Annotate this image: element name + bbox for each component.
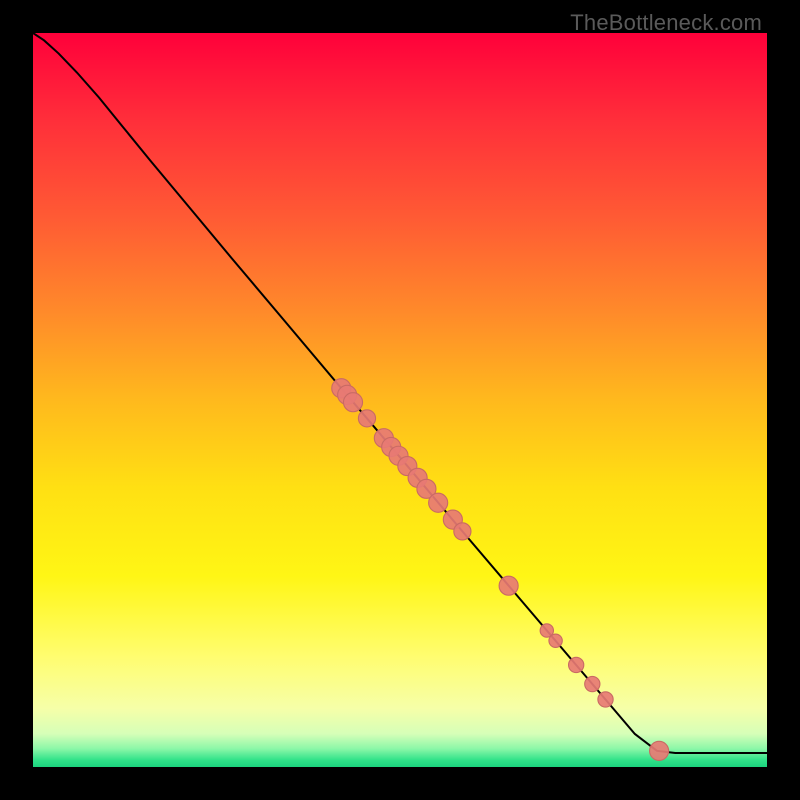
data-point bbox=[549, 634, 562, 647]
data-point bbox=[343, 393, 362, 412]
data-points bbox=[332, 379, 669, 761]
watermark-label: TheBottleneck.com bbox=[570, 10, 762, 36]
data-point bbox=[585, 676, 600, 691]
data-point bbox=[499, 576, 518, 595]
curve-line bbox=[33, 33, 767, 753]
data-point bbox=[454, 523, 471, 540]
chart-frame: TheBottleneck.com bbox=[0, 0, 800, 800]
chart-svg bbox=[33, 33, 767, 767]
data-point bbox=[358, 410, 375, 427]
data-point bbox=[429, 493, 448, 512]
data-point bbox=[598, 692, 613, 707]
data-point bbox=[569, 657, 584, 672]
plot-area bbox=[33, 33, 767, 767]
data-point bbox=[650, 741, 669, 760]
